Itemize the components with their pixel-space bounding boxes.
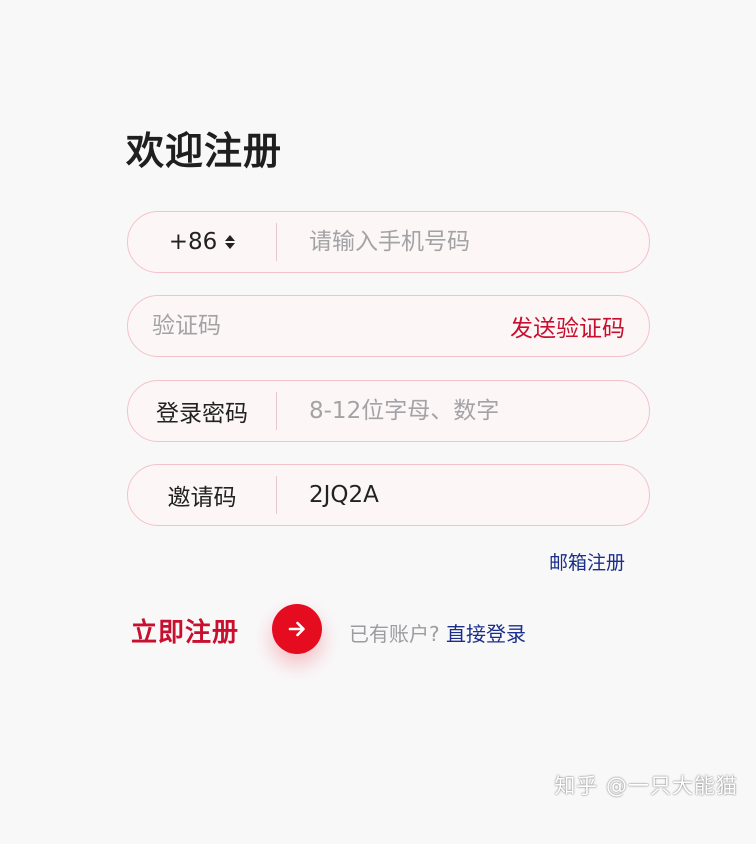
sms-code-input[interactable] — [128, 296, 510, 356]
register-label[interactable]: 立即注册 — [131, 612, 239, 649]
invite-code-label: 邀请码 — [167, 485, 237, 511]
email-register-link[interactable]: 邮箱注册 — [549, 548, 625, 575]
country-code-value: +86 — [168, 229, 218, 255]
direct-login-link[interactable]: 直接登录 — [446, 622, 526, 646]
send-code-button[interactable]: 发送验证码 — [510, 309, 649, 343]
phone-input[interactable] — [277, 212, 649, 272]
phone-field: +86 — [127, 211, 650, 273]
invite-code-input[interactable] — [277, 465, 649, 525]
login-hint: 已有账户? 直接登录 — [349, 618, 526, 647]
password-label: 登录密码 — [156, 401, 248, 427]
sms-code-field: 发送验证码 — [127, 295, 650, 357]
country-code-select[interactable]: +86 — [128, 229, 276, 255]
register-page: 欢迎注册 +86 发送验证码 登录密码 邀请码 邮箱注册 立即注册 — [0, 0, 756, 844]
sort-arrows-icon — [225, 235, 236, 249]
register-button[interactable] — [272, 604, 322, 654]
invite-code-field: 邀请码 — [127, 464, 650, 526]
password-field: 登录密码 — [127, 380, 650, 442]
watermark: 知乎 @一只大能猫 — [554, 774, 738, 798]
arrow-right-icon — [288, 621, 305, 637]
password-input[interactable] — [277, 381, 649, 441]
login-hint-text: 已有账户? — [349, 622, 440, 646]
page-title: 欢迎注册 — [126, 129, 283, 173]
